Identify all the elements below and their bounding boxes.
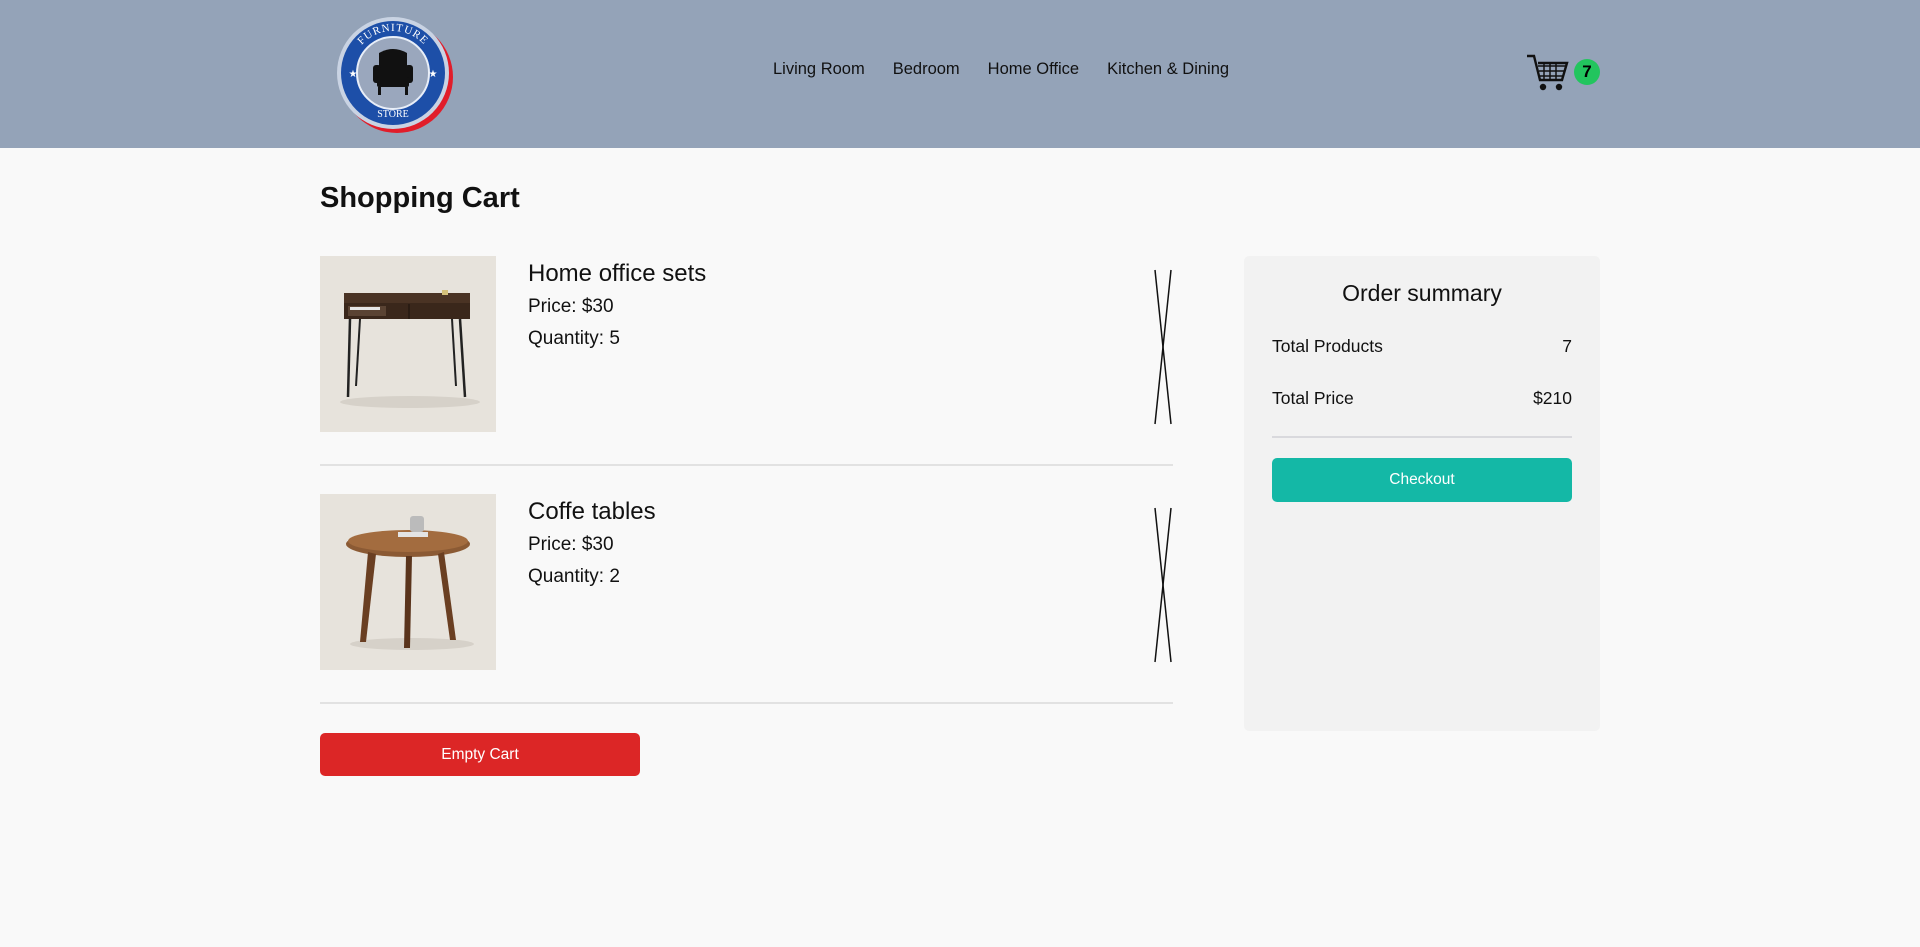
page-title: Shopping Cart [320,182,520,214]
total-products-row: Total Products 7 [1272,336,1572,357]
shopping-cart-icon [1527,54,1569,91]
total-price-value: $210 [1533,388,1572,408]
site-header: FURNITURE STORE ★ ★ Living Room Bedroom … [0,0,1920,148]
total-products-value: 7 [1562,336,1572,356]
item-price: Price: $30 [528,534,614,555]
remove-item-icon[interactable] [1154,506,1172,664]
nav-kitchen-dining[interactable]: Kitchen & Dining [1107,60,1229,79]
cart-item: Coffe tables Price: $30 Quantity: 2 [320,494,1173,701]
svg-text:★: ★ [349,69,358,80]
item-divider [320,702,1173,704]
cart-item: Home office sets Price: $30 Quantity: 5 [320,256,1173,463]
item-quantity: Quantity: 5 [528,328,620,349]
nav-bedroom[interactable]: Bedroom [893,60,960,79]
nav-living-room[interactable]: Living Room [773,60,865,79]
order-summary-panel: Order summary Total Products 7 Total Pri… [1244,256,1600,731]
total-price-row: Total Price $210 [1272,388,1572,409]
coffee-table-image [320,494,496,670]
item-name: Coffe tables [528,498,656,525]
cart-button[interactable]: 7 [1526,52,1600,94]
nav-home-office[interactable]: Home Office [988,60,1079,79]
cart-count-badge: 7 [1574,59,1600,85]
main-nav: Living Room Bedroom Home Office Kitchen … [773,60,1257,79]
total-price-label: Total Price [1272,388,1354,408]
summary-title: Order summary [1342,280,1502,306]
logo-text-bottom: STORE [377,109,409,120]
item-price: Price: $30 [528,296,614,317]
item-quantity: Quantity: 2 [528,566,620,587]
remove-item-icon[interactable] [1154,268,1172,426]
furniture-store-logo[interactable]: FURNITURE STORE ★ ★ [333,13,455,135]
svg-text:★: ★ [429,69,438,80]
desk-image [320,256,496,432]
empty-cart-button[interactable]: Empty Cart [320,733,640,776]
item-name: Home office sets [528,260,707,287]
checkout-button[interactable]: Checkout [1272,458,1572,502]
item-divider [320,464,1173,466]
total-products-label: Total Products [1272,336,1383,356]
summary-divider [1272,436,1572,438]
